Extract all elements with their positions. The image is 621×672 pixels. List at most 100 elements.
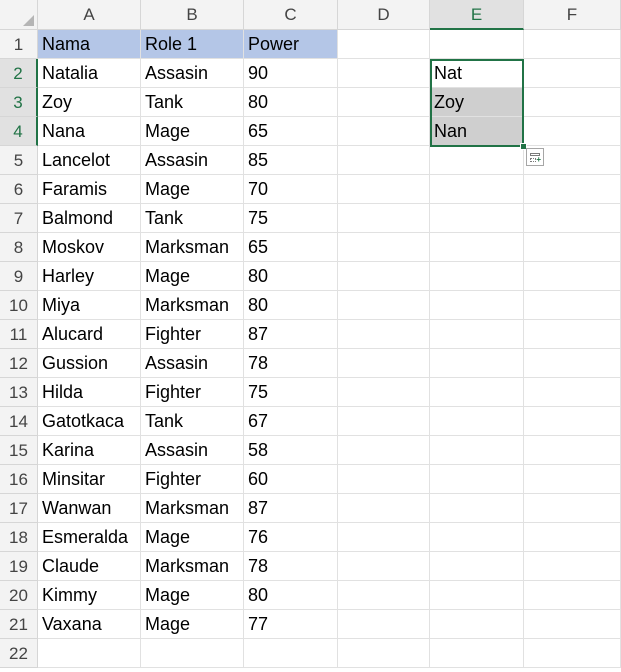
cell-b8[interactable]: Marksman [141, 233, 244, 262]
cell-a8[interactable]: Moskov [38, 233, 141, 262]
row-header-12[interactable]: 12 [0, 349, 38, 378]
cell-a13[interactable]: Hilda [38, 378, 141, 407]
cell-d4[interactable] [338, 117, 430, 146]
cell-d6[interactable] [338, 175, 430, 204]
quick-analysis-icon[interactable]: + [526, 148, 544, 166]
cell-d8[interactable] [338, 233, 430, 262]
cell-c11[interactable]: 87 [244, 320, 338, 349]
cell-c14[interactable]: 67 [244, 407, 338, 436]
cell-f13[interactable] [524, 378, 621, 407]
cell-b2[interactable]: Assasin [141, 59, 244, 88]
cell-f16[interactable] [524, 465, 621, 494]
cell-b22[interactable] [141, 639, 244, 668]
cell-d2[interactable] [338, 59, 430, 88]
cell-d9[interactable] [338, 262, 430, 291]
cell-b13[interactable]: Fighter [141, 378, 244, 407]
cell-c21[interactable]: 77 [244, 610, 338, 639]
cell-a11[interactable]: Alucard [38, 320, 141, 349]
cell-c1[interactable]: Power [244, 30, 338, 59]
cell-e2[interactable]: Nat [430, 59, 524, 88]
cell-e21[interactable] [430, 610, 524, 639]
cell-c10[interactable]: 80 [244, 291, 338, 320]
cell-a6[interactable]: Faramis [38, 175, 141, 204]
column-header-d[interactable]: D [338, 0, 430, 30]
row-header-7[interactable]: 7 [0, 204, 38, 233]
cell-e12[interactable] [430, 349, 524, 378]
cell-d7[interactable] [338, 204, 430, 233]
cell-c6[interactable]: 70 [244, 175, 338, 204]
cell-c3[interactable]: 80 [244, 88, 338, 117]
row-header-8[interactable]: 8 [0, 233, 38, 262]
cell-f20[interactable] [524, 581, 621, 610]
cell-a7[interactable]: Balmond [38, 204, 141, 233]
row-header-19[interactable]: 19 [0, 552, 38, 581]
cell-d18[interactable] [338, 523, 430, 552]
cell-e20[interactable] [430, 581, 524, 610]
cell-c9[interactable]: 80 [244, 262, 338, 291]
cell-b11[interactable]: Fighter [141, 320, 244, 349]
cell-b1[interactable]: Role 1 [141, 30, 244, 59]
row-header-5[interactable]: 5 [0, 146, 38, 175]
cell-a15[interactable]: Karina [38, 436, 141, 465]
select-all-button[interactable] [0, 0, 38, 30]
cell-a12[interactable]: Gussion [38, 349, 141, 378]
cell-d1[interactable] [338, 30, 430, 59]
cell-d19[interactable] [338, 552, 430, 581]
row-header-16[interactable]: 16 [0, 465, 38, 494]
cell-a19[interactable]: Claude [38, 552, 141, 581]
cell-f4[interactable] [524, 117, 621, 146]
row-header-21[interactable]: 21 [0, 610, 38, 639]
cell-c17[interactable]: 87 [244, 494, 338, 523]
cell-f11[interactable] [524, 320, 621, 349]
row-header-3[interactable]: 3 [0, 88, 38, 117]
cell-e15[interactable] [430, 436, 524, 465]
row-header-6[interactable]: 6 [0, 175, 38, 204]
cell-b6[interactable]: Mage [141, 175, 244, 204]
cell-b9[interactable]: Mage [141, 262, 244, 291]
cell-c20[interactable]: 80 [244, 581, 338, 610]
cell-d20[interactable] [338, 581, 430, 610]
column-header-b[interactable]: B [141, 0, 244, 30]
cell-f15[interactable] [524, 436, 621, 465]
cell-f7[interactable] [524, 204, 621, 233]
cell-d14[interactable] [338, 407, 430, 436]
row-header-17[interactable]: 17 [0, 494, 38, 523]
cell-a18[interactable]: Esmeralda [38, 523, 141, 552]
cell-f9[interactable] [524, 262, 621, 291]
cell-f12[interactable] [524, 349, 621, 378]
cell-f8[interactable] [524, 233, 621, 262]
cell-e18[interactable] [430, 523, 524, 552]
row-header-15[interactable]: 15 [0, 436, 38, 465]
cell-c15[interactable]: 58 [244, 436, 338, 465]
cell-f2[interactable] [524, 59, 621, 88]
cell-c22[interactable] [244, 639, 338, 668]
cell-c12[interactable]: 78 [244, 349, 338, 378]
cell-e6[interactable] [430, 175, 524, 204]
cell-b5[interactable]: Assasin [141, 146, 244, 175]
cell-e19[interactable] [430, 552, 524, 581]
cell-e13[interactable] [430, 378, 524, 407]
cell-b14[interactable]: Tank [141, 407, 244, 436]
column-header-a[interactable]: A [38, 0, 141, 30]
cell-a10[interactable]: Miya [38, 291, 141, 320]
cell-b12[interactable]: Assasin [141, 349, 244, 378]
cell-f17[interactable] [524, 494, 621, 523]
row-header-11[interactable]: 11 [0, 320, 38, 349]
cell-b4[interactable]: Mage [141, 117, 244, 146]
cell-b7[interactable]: Tank [141, 204, 244, 233]
cell-e9[interactable] [430, 262, 524, 291]
cell-f22[interactable] [524, 639, 621, 668]
cell-f19[interactable] [524, 552, 621, 581]
cell-d13[interactable] [338, 378, 430, 407]
cell-d5[interactable] [338, 146, 430, 175]
cell-b17[interactable]: Marksman [141, 494, 244, 523]
cell-d17[interactable] [338, 494, 430, 523]
cell-d21[interactable] [338, 610, 430, 639]
cell-d22[interactable] [338, 639, 430, 668]
cell-e14[interactable] [430, 407, 524, 436]
cell-a1[interactable]: Nama [38, 30, 141, 59]
row-header-4[interactable]: 4 [0, 117, 38, 146]
cell-e4[interactable]: Nan [430, 117, 524, 146]
cell-e1[interactable] [430, 30, 524, 59]
cell-c5[interactable]: 85 [244, 146, 338, 175]
